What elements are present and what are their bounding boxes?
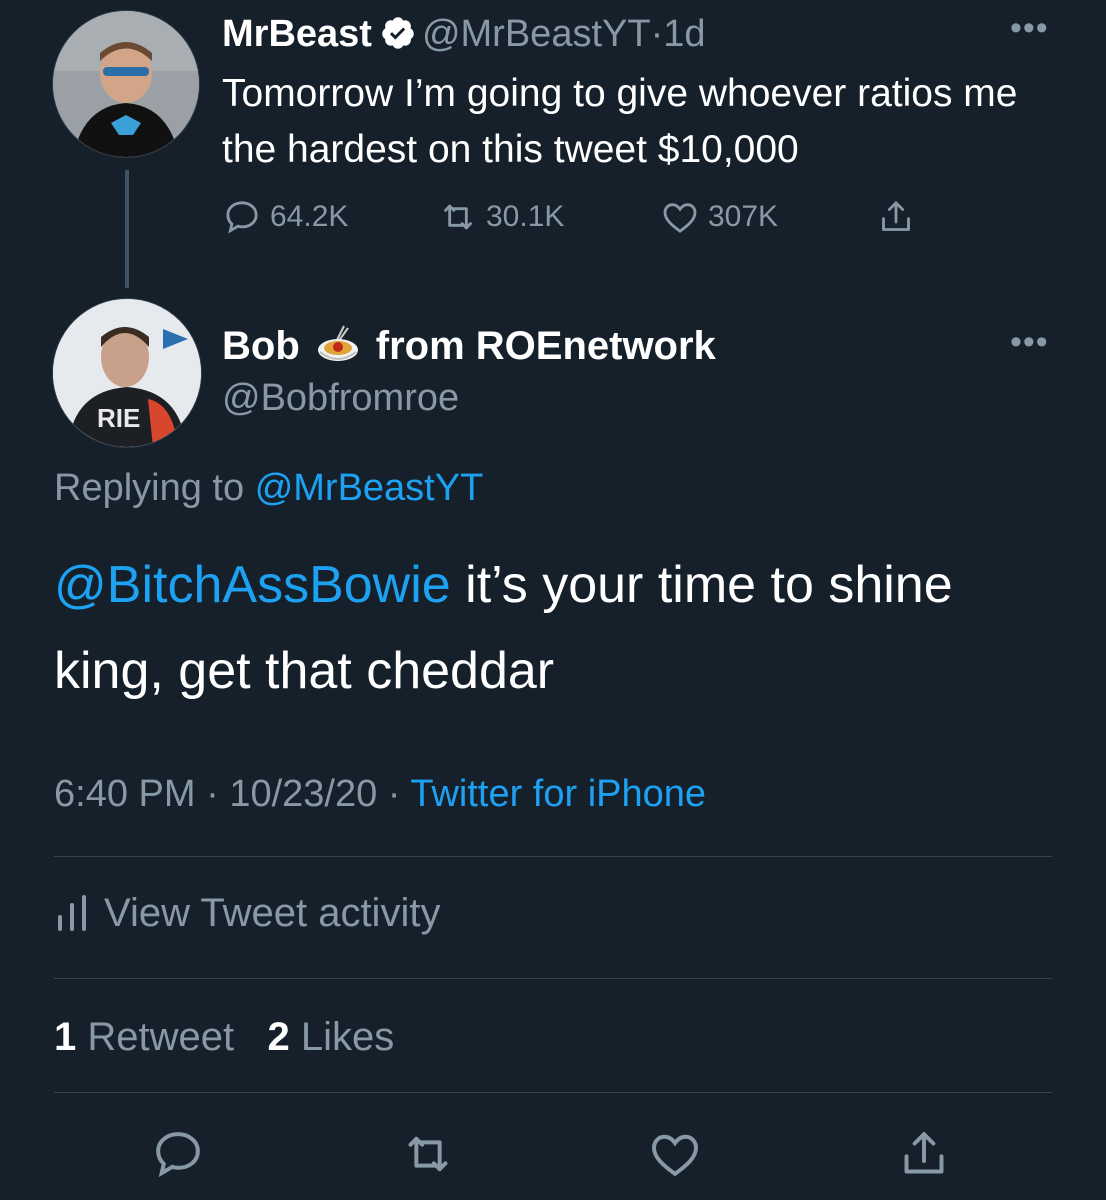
dot-separator: · — [650, 13, 664, 55]
tweet-date: 10/23/20 — [229, 773, 378, 815]
reply-author-name[interactable]: Bob from ROEnetwork — [222, 322, 716, 370]
retweet-icon — [444, 204, 472, 230]
retweet-button[interactable] — [398, 1124, 458, 1184]
dot-separator: · — [387, 773, 401, 815]
like-icon — [652, 1134, 698, 1177]
tweet-text: Tomorrow I’m going to give whoever ratio… — [222, 72, 1018, 171]
reply-name-rest: from ROEnetwork — [375, 324, 716, 368]
dot-separator: · — [206, 773, 219, 815]
mention-link[interactable]: @BitchAssBowie — [54, 556, 451, 614]
retweet-count: 30.1K — [486, 200, 565, 233]
reply-icon — [226, 201, 258, 234]
reply-author-handle[interactable]: @Bobfromroe — [222, 376, 459, 420]
share-icon — [882, 201, 910, 231]
retweet-label: Retweet — [87, 1015, 235, 1059]
verified-badge-icon — [382, 17, 414, 49]
thread-line — [125, 170, 129, 288]
more-icon[interactable]: ••• — [1010, 325, 1049, 359]
reply-stat[interactable]: 64.2K — [222, 194, 348, 240]
like-icon — [663, 203, 697, 233]
retweets-link[interactable]: 1 Retweet — [54, 1015, 234, 1059]
bob-avatar[interactable]: RIE — [52, 298, 202, 448]
like-number: 2 — [267, 1015, 290, 1059]
share-stat[interactable] — [876, 194, 924, 240]
view-activity-button[interactable]: View Tweet activity — [54, 890, 440, 936]
reply-count: 64.2K — [270, 200, 349, 233]
mrbeast-avatar[interactable] — [52, 10, 200, 158]
replying-to: Replying to @MrBeastYT — [54, 466, 483, 510]
source-link[interactable]: Twitter for iPhone — [410, 773, 706, 815]
like-stat[interactable]: 307K — [660, 194, 778, 240]
tweet-meta: 6:40 PM · 10/23/20 · Twitter for iPhone — [54, 770, 706, 818]
author-name[interactable]: MrBeast — [222, 13, 372, 55]
share-button[interactable] — [894, 1124, 954, 1184]
divider — [54, 1092, 1052, 1093]
spaghetti-emoji-icon — [317, 325, 358, 361]
reply-icon — [156, 1132, 200, 1178]
svg-text:RIE: RIE — [97, 403, 140, 433]
retweet-number: 1 — [54, 1015, 77, 1059]
reply-name-first: Bob — [222, 324, 300, 368]
reply-button[interactable] — [148, 1124, 208, 1184]
retweet-icon — [408, 1136, 448, 1172]
reply-text: @BitchAssBowie it’s your time to shine k… — [54, 542, 1064, 714]
author-handle[interactable]: @MrBeastYT — [422, 13, 651, 55]
activity-icon — [58, 895, 86, 931]
divider — [54, 978, 1052, 979]
like-count: 307K — [708, 200, 779, 233]
divider — [54, 856, 1052, 857]
retweet-stat[interactable]: 30.1K — [438, 194, 564, 240]
replying-label: Replying to — [54, 467, 245, 509]
like-label: Likes — [300, 1015, 395, 1059]
engagement-counts: 1 Retweet 2 Likes — [54, 1014, 394, 1060]
tweet-timestamp: 6:40 PM — [54, 773, 196, 815]
more-icon[interactable]: ••• — [1010, 11, 1049, 45]
activity-label: View Tweet activity — [104, 891, 441, 935]
likes-link[interactable]: 2 Likes — [267, 1015, 394, 1059]
like-button[interactable] — [645, 1124, 705, 1184]
tweet-header: MrBeast @MrBeastYT·1d — [222, 12, 706, 56]
replying-handle-link[interactable]: @MrBeastYT — [255, 467, 484, 509]
share-icon — [904, 1132, 944, 1174]
tweet-time[interactable]: 1d — [663, 13, 705, 55]
